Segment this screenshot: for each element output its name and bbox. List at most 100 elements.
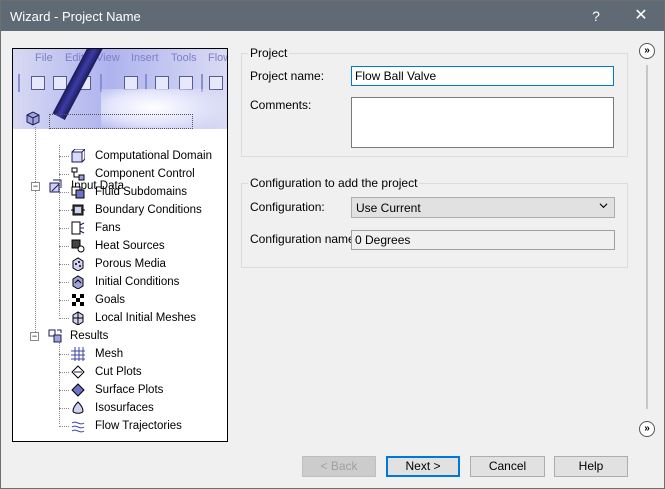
tree-node-label: Mesh [95,348,124,360]
tree-node-label: Boundary Conditions [95,204,202,216]
tree-connector [59,408,69,409]
tree-node-label: Isosurfaces [95,402,154,414]
tree-node-component-control[interactable]: Component Control [71,165,221,183]
tree-line [59,145,60,316]
window-title: Wizard - Project Name [10,9,141,24]
tree-node-label: Heat Sources [95,240,165,252]
tree-node-label: Component Control [95,168,195,180]
tree-connector [59,264,69,265]
help-button[interactable]: Help [554,456,628,477]
zoom-icon [179,76,193,90]
tree-node-computational-domain[interactable]: Computational Domain [71,147,221,165]
component-control-icon [71,167,85,181]
banner-menu-item: File [35,52,53,64]
banner-menu-item: Flow [208,52,227,64]
input-data-collapse-toggle[interactable]: − [31,182,40,191]
tree-node-label: Goals [95,294,126,306]
help-title-button[interactable]: ? [584,6,608,26]
tree-node-mesh[interactable]: Mesh [71,345,221,363]
banner-menu: File Edit View Insert Tools Flow [13,52,227,68]
toolbar-separator [18,74,20,92]
tree-node-label: Fluid Subdomains [95,186,188,198]
tree-node-fluid-subdomains[interactable]: Fluid Subdomains [71,183,221,201]
tree-connector [59,246,69,247]
flow-trajectories-icon [71,421,85,433]
cancel-button[interactable]: Cancel [470,456,545,477]
wizard-window: Wizard - Project Name ? ✕ File Edit View… [0,0,665,489]
configuration-group [241,183,628,268]
results-collapse-toggle[interactable]: − [30,332,39,341]
tree-node-flow-trajectories[interactable]: Flow Trajectories [71,417,221,435]
project-name-input[interactable]: Flow Ball Valve [351,66,614,86]
tree-node-isosurfaces[interactable]: Isosurfaces [71,399,221,417]
tree-node-heat-sources[interactable]: Heat Sources [71,237,221,255]
print-icon [124,76,138,90]
back-button[interactable]: < Back [302,456,376,477]
tree-node-goals[interactable]: Goals [71,291,221,309]
tree-connector [59,174,69,175]
porous-media-icon [72,257,84,271]
fans-icon [71,221,85,235]
comments-textarea[interactable] [351,97,614,148]
fluid-subdomains-icon [71,186,85,199]
tree-connector [59,426,69,427]
tree-node-surface-plots[interactable]: Surface Plots [71,381,221,399]
tree-node-label: Initial Conditions [95,276,180,288]
isosurfaces-icon [72,401,84,414]
configuration-group-legend: Configuration to add the project [248,176,420,190]
scroll-track[interactable] [646,65,648,409]
tree-node-label: Local Initial Meshes [95,312,196,324]
tree-node-label: Cut Plots [95,366,142,378]
results-icon [48,329,62,343]
tree-node-fans[interactable]: Fans [71,219,221,237]
configuration-select-value: Use Current [356,201,421,215]
banner-menu-item: Insert [131,52,159,64]
new-file-icon [31,76,45,90]
tree-node-boundary-conditions[interactable]: Boundary Conditions [71,201,221,219]
tree-node-label: Results [70,330,109,342]
configuration-name-field[interactable]: 0 Degrees [351,230,615,250]
tree-node-porous-media[interactable]: Porous Media [71,255,221,273]
input-data-icon [49,179,62,193]
tree-line [59,343,60,424]
tree-connector [59,354,69,355]
tree-node-label: Porous Media [95,258,166,270]
project-root-icon [26,111,40,126]
tree-connector [59,192,69,193]
scroll-down-button[interactable]: » [639,421,655,437]
tree-connector [59,300,69,301]
tree-node-label: Computational Domain [95,150,212,162]
double-chevron-icon: » [644,423,650,434]
tree-connector [59,390,69,391]
cut-plots-icon [71,365,85,379]
undo-icon [209,76,223,90]
project-name-label: Project name: [250,69,325,83]
tree-node-label: Fans [95,222,121,234]
tree-node-local-initial-meshes[interactable]: Local Initial Meshes [71,309,221,327]
title-bar: Wizard - Project Name ? ✕ [1,1,664,31]
root-selection-box [49,114,193,129]
configuration-select[interactable]: Use Current [351,197,615,218]
tree-connector [59,156,69,157]
tree-node-cut-plots[interactable]: Cut Plots [71,363,221,381]
tree-node-label: Flow Trajectories [95,420,182,432]
wizard-banner-image: File Edit View Insert Tools Flow [13,49,227,129]
tree-connector [59,318,69,319]
tree-connector [59,228,69,229]
tree-node-label: Surface Plots [95,384,164,396]
comments-label: Comments: [250,98,312,112]
mesh-icon [71,347,85,361]
configuration-label: Configuration: [250,200,325,214]
goals-icon [72,294,84,306]
surface-plots-icon [71,383,85,397]
scroll-up-button[interactable]: » [639,43,655,59]
double-chevron-icon: » [644,45,650,56]
close-button[interactable]: ✕ [627,5,655,27]
next-button[interactable]: Next > [386,456,460,477]
tree-node-initial-conditions[interactable]: Initial Conditions [71,273,221,291]
tree-line [35,127,36,334]
banner-menu-item: Tools [171,52,197,64]
tree-node-results[interactable]: Results [46,327,216,345]
local-initial-meshes-icon [72,311,84,325]
tree-connector [59,210,69,211]
